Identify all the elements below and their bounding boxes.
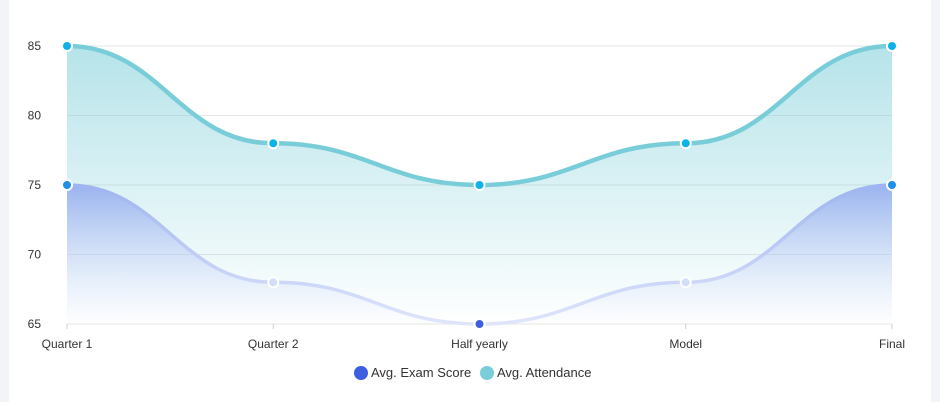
data-point[interactable] <box>61 179 73 191</box>
x-axis: Quarter 1 Quarter 2 Half yearly Model Final <box>42 324 905 351</box>
y-tick-label: 70 <box>28 248 42 262</box>
data-point[interactable] <box>886 40 898 52</box>
data-point[interactable] <box>679 276 692 289</box>
legend-marker[interactable] <box>354 366 368 380</box>
y-tick-label: 75 <box>28 178 42 192</box>
x-tick-label: Half yearly <box>451 337 508 351</box>
x-tick-label: Final <box>879 337 905 351</box>
data-point[interactable] <box>267 276 280 289</box>
legend-label[interactable]: Avg. Exam Score <box>371 365 471 380</box>
area-chart: 85 80 75 70 65 Quarter 1 Quarter 2 Half yearly… <box>28 39 905 380</box>
x-tick-label: Model <box>669 337 702 351</box>
y-tick-label: 65 <box>28 317 42 331</box>
data-point[interactable] <box>267 137 280 150</box>
x-tick-label: Quarter 2 <box>248 337 299 351</box>
legend-marker[interactable] <box>480 366 494 380</box>
chart-legend: Avg. Exam Score Avg. Attendance <box>354 365 591 380</box>
y-tick-label: 80 <box>28 109 42 123</box>
data-point[interactable] <box>679 137 692 150</box>
data-point[interactable] <box>886 179 898 191</box>
y-tick-label: 85 <box>28 39 42 53</box>
data-point[interactable] <box>473 318 486 330</box>
data-point[interactable] <box>61 40 73 52</box>
y-axis: 85 80 75 70 65 <box>28 39 42 331</box>
data-point[interactable] <box>473 179 486 191</box>
x-tick-label: Quarter 1 <box>42 337 93 351</box>
legend-label[interactable]: Avg. Attendance <box>497 365 591 380</box>
